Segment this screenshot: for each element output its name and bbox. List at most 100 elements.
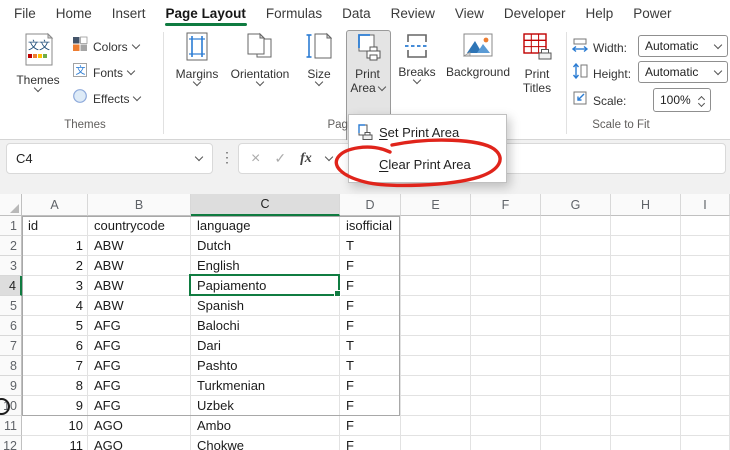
cell-F8[interactable]	[471, 356, 541, 376]
cell-H10[interactable]	[611, 396, 681, 416]
cell-E3[interactable]	[401, 256, 471, 276]
cell-B12[interactable]: AGO	[88, 436, 191, 450]
cell-I9[interactable]	[681, 376, 730, 396]
column-header-B[interactable]: B	[88, 194, 191, 216]
row-header-3[interactable]: 3	[0, 256, 22, 276]
cell-A8[interactable]: 7	[22, 356, 88, 376]
cell-B10[interactable]: AFG	[88, 396, 191, 416]
cell-F10[interactable]	[471, 396, 541, 416]
cell-D10[interactable]: F	[340, 396, 401, 416]
cell-G7[interactable]	[541, 336, 611, 356]
cell-G12[interactable]	[541, 436, 611, 450]
column-header-F[interactable]: F	[471, 194, 541, 216]
cell-A11[interactable]: 10	[22, 416, 88, 436]
fx-chevron-icon[interactable]	[325, 153, 333, 161]
background-button[interactable]: Background	[443, 32, 513, 79]
cell-H11[interactable]	[611, 416, 681, 436]
cell-C2[interactable]: Dutch	[191, 236, 340, 256]
column-header-E[interactable]: E	[401, 194, 471, 216]
cell-C10[interactable]: Uzbek	[191, 396, 340, 416]
cell-F11[interactable]	[471, 416, 541, 436]
cell-A12[interactable]: 11	[22, 436, 88, 450]
cell-D4[interactable]: F	[340, 276, 401, 296]
menu-tab-page-layout[interactable]: Page Layout	[156, 1, 256, 28]
cell-C4[interactable]: Papiamento	[191, 276, 340, 296]
orientation-button[interactable]: Orientation	[228, 32, 292, 85]
menu-tab-home[interactable]: Home	[46, 1, 102, 28]
cell-B7[interactable]: AFG	[88, 336, 191, 356]
cell-B3[interactable]: ABW	[88, 256, 191, 276]
cell-H12[interactable]	[611, 436, 681, 450]
cell-H8[interactable]	[611, 356, 681, 376]
cell-D9[interactable]: F	[340, 376, 401, 396]
cell-F3[interactable]	[471, 256, 541, 276]
menu-item-set-print-area[interactable]: Set Print Area	[349, 117, 506, 147]
cell-D3[interactable]: F	[340, 256, 401, 276]
name-box[interactable]: C4	[6, 143, 213, 174]
cell-B9[interactable]: AFG	[88, 376, 191, 396]
menu-tab-developer[interactable]: Developer	[494, 1, 576, 28]
menu-tab-data[interactable]: Data	[332, 1, 381, 28]
cell-I5[interactable]	[681, 296, 730, 316]
menu-tab-review[interactable]: Review	[381, 1, 445, 28]
cell-H6[interactable]	[611, 316, 681, 336]
fonts-button[interactable]: 文 Fonts	[72, 62, 134, 83]
cell-E1[interactable]	[401, 216, 471, 236]
row-header-6[interactable]: 6	[0, 316, 22, 336]
cell-E6[interactable]	[401, 316, 471, 336]
effects-button[interactable]: Effects	[72, 88, 140, 109]
cell-F2[interactable]	[471, 236, 541, 256]
row-header-8[interactable]: 8	[0, 356, 22, 376]
menu-tab-insert[interactable]: Insert	[102, 1, 156, 28]
cell-I6[interactable]	[681, 316, 730, 336]
colors-button[interactable]: Colors	[72, 36, 139, 57]
cell-G6[interactable]	[541, 316, 611, 336]
cell-I3[interactable]	[681, 256, 730, 276]
column-header-G[interactable]: G	[541, 194, 611, 216]
cell-A5[interactable]: 4	[22, 296, 88, 316]
cell-D5[interactable]: F	[340, 296, 401, 316]
cell-E7[interactable]	[401, 336, 471, 356]
cell-B6[interactable]: AFG	[88, 316, 191, 336]
cell-F6[interactable]	[471, 316, 541, 336]
cell-E11[interactable]	[401, 416, 471, 436]
column-header-D[interactable]: D	[340, 194, 401, 216]
cell-H7[interactable]	[611, 336, 681, 356]
cell-C1[interactable]: language	[191, 216, 340, 236]
cell-F5[interactable]	[471, 296, 541, 316]
cell-D12[interactable]: F	[340, 436, 401, 450]
cell-E8[interactable]	[401, 356, 471, 376]
cell-A6[interactable]: 5	[22, 316, 88, 336]
cell-G4[interactable]	[541, 276, 611, 296]
cell-E5[interactable]	[401, 296, 471, 316]
insert-function-icon[interactable]: fx	[300, 151, 312, 167]
cell-C12[interactable]: Chokwe	[191, 436, 340, 450]
menu-tab-power[interactable]: Power	[623, 1, 681, 28]
cell-C7[interactable]: Dari	[191, 336, 340, 356]
cell-C3[interactable]: English	[191, 256, 340, 276]
cell-B4[interactable]: ABW	[88, 276, 191, 296]
cell-G9[interactable]	[541, 376, 611, 396]
cell-I4[interactable]	[681, 276, 730, 296]
print-titles-button[interactable]: Print Titles	[515, 32, 559, 95]
cell-E9[interactable]	[401, 376, 471, 396]
cell-D11[interactable]: F	[340, 416, 401, 436]
cell-A9[interactable]: 8	[22, 376, 88, 396]
cell-G11[interactable]	[541, 416, 611, 436]
cell-F9[interactable]	[471, 376, 541, 396]
height-dropdown[interactable]: Automatic	[638, 61, 728, 83]
cell-D8[interactable]: T	[340, 356, 401, 376]
cell-G2[interactable]	[541, 236, 611, 256]
name-box-chevron-icon[interactable]	[195, 153, 203, 161]
row-header-7[interactable]: 7	[0, 336, 22, 356]
cell-G1[interactable]	[541, 216, 611, 236]
menu-tab-view[interactable]: View	[445, 1, 494, 28]
cell-H5[interactable]	[611, 296, 681, 316]
cell-H9[interactable]	[611, 376, 681, 396]
cell-C11[interactable]: Ambo	[191, 416, 340, 436]
column-header-H[interactable]: H	[611, 194, 681, 216]
cell-B1[interactable]: countrycode	[88, 216, 191, 236]
row-header-1[interactable]: 1	[0, 216, 22, 236]
cancel-icon[interactable]: ×	[251, 151, 260, 167]
row-header-5[interactable]: 5	[0, 296, 22, 316]
